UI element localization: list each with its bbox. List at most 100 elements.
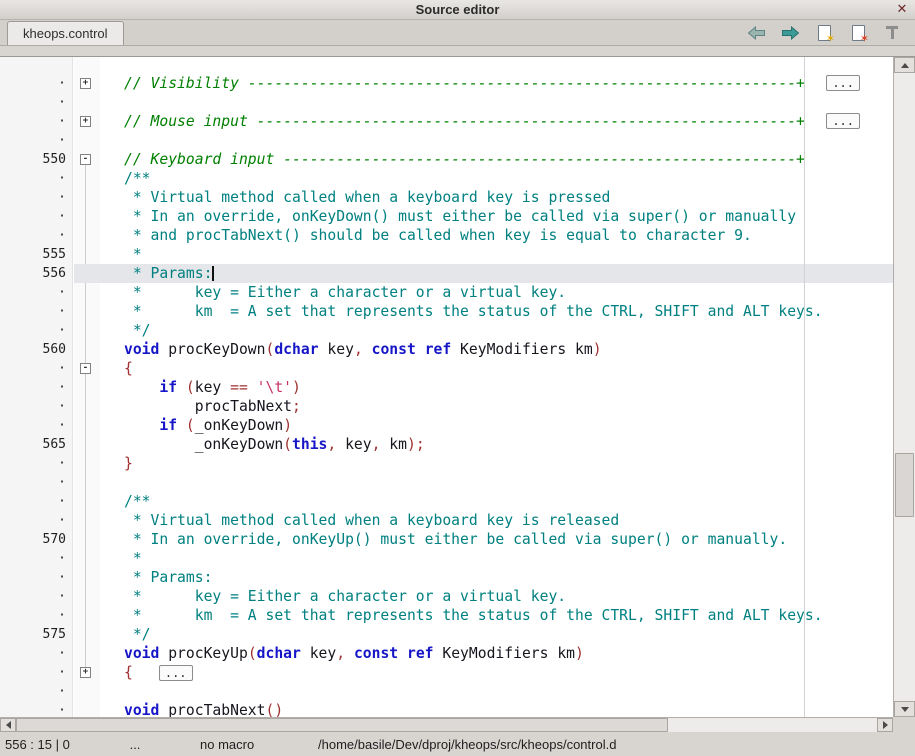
code-line[interactable]: ·} — [0, 454, 893, 473]
code-line[interactable]: · — [0, 473, 893, 492]
line-number[interactable]: · — [0, 473, 74, 492]
line-number[interactable]: 555 — [0, 245, 74, 264]
line-number[interactable]: · — [0, 207, 74, 226]
line-number[interactable]: · — [0, 568, 74, 587]
vertical-scrollbar[interactable] — [893, 57, 915, 717]
code-segment: * In an override, onKeyDown() must eithe… — [124, 208, 796, 225]
code-line[interactable]: · if (_onKeyDown) — [0, 416, 893, 435]
line-number[interactable]: · — [0, 112, 74, 131]
code-line[interactable]: ·void procTabNext() — [0, 701, 893, 717]
window-titlebar[interactable]: Source editor ✕ — [0, 0, 915, 20]
fold-toggle-icon[interactable]: + — [80, 78, 91, 89]
code-line[interactable]: ·void procKeyUp(dchar key, const ref Key… — [0, 644, 893, 663]
line-number[interactable]: · — [0, 587, 74, 606]
code-line[interactable]: · */ — [0, 321, 893, 340]
line-number[interactable]: 556 — [0, 264, 74, 283]
code-text: * km = A set that represents the status … — [100, 302, 893, 321]
fold-toggle-icon[interactable]: - — [80, 154, 91, 165]
line-number[interactable]: · — [0, 492, 74, 511]
line-number[interactable]: · — [0, 397, 74, 416]
scroll-right-button[interactable] — [877, 718, 893, 732]
line-number[interactable]: · — [0, 454, 74, 473]
fold-toggle-icon[interactable]: + — [80, 667, 91, 678]
code-line[interactable]: · * Params: — [0, 568, 893, 587]
fold-ellipsis-box[interactable]: ... — [826, 75, 860, 91]
code-line[interactable]: ·+// Visibility ------------------------… — [0, 74, 893, 93]
code-line[interactable]: 575 */ — [0, 625, 893, 644]
line-number[interactable]: · — [0, 226, 74, 245]
close-icon[interactable]: ✕ — [894, 2, 910, 18]
line-number[interactable]: · — [0, 188, 74, 207]
line-number[interactable]: · — [0, 644, 74, 663]
line-number[interactable]: · — [0, 663, 74, 682]
line-number[interactable]: · — [0, 283, 74, 302]
code-line[interactable]: · * and procTabNext() should be called w… — [0, 226, 893, 245]
document-mark-red-button[interactable]: ✶ — [848, 23, 869, 44]
code-line[interactable]: · * Virtual method called when a keyboar… — [0, 511, 893, 530]
code-line[interactable]: · * key = Either a character or a virtua… — [0, 283, 893, 302]
line-number[interactable]: 570 — [0, 530, 74, 549]
line-number[interactable]: 565 — [0, 435, 74, 454]
scroll-left-button[interactable] — [0, 718, 16, 732]
code-line[interactable]: ·-{ — [0, 359, 893, 378]
code-line[interactable]: · * Virtual method called when a keyboar… — [0, 188, 893, 207]
line-number[interactable]: · — [0, 682, 74, 701]
code-line[interactable]: · * km = A set that represents the statu… — [0, 302, 893, 321]
code-line[interactable]: 550-// Keyboard input ------------------… — [0, 150, 893, 169]
line-number[interactable]: · — [0, 378, 74, 397]
fold-ellipsis-box[interactable]: ... — [159, 665, 193, 681]
vertical-scrollbar-thumb[interactable] — [895, 453, 914, 517]
code-area[interactable]: ·+// Visibility ------------------------… — [0, 57, 893, 717]
code-line[interactable]: · * In an override, onKeyDown() must eit… — [0, 207, 893, 226]
code-line[interactable]: · — [0, 682, 893, 701]
line-number[interactable]: · — [0, 169, 74, 188]
line-number[interactable]: · — [0, 359, 74, 378]
document-mark-yellow-button[interactable]: ✶ — [814, 23, 835, 44]
line-number[interactable]: · — [0, 606, 74, 625]
code-line[interactable]: · procTabNext; — [0, 397, 893, 416]
scroll-down-button[interactable] — [894, 701, 915, 717]
fold-toggle-icon[interactable]: - — [80, 363, 91, 374]
line-number[interactable]: · — [0, 321, 74, 340]
line-number[interactable]: 560 — [0, 340, 74, 359]
code-line[interactable]: ·/** — [0, 492, 893, 511]
tab-bar: kheops.control ✶ ✶ — [0, 20, 915, 46]
line-number[interactable]: 575 — [0, 625, 74, 644]
code-segment — [416, 341, 425, 358]
horizontal-scrollbar[interactable] — [0, 717, 893, 732]
fold-toggle-icon[interactable]: + — [80, 116, 91, 127]
code-line[interactable]: · — [0, 93, 893, 112]
code-line[interactable]: · — [0, 131, 893, 150]
line-number[interactable]: 550 — [0, 150, 74, 169]
line-number[interactable]: · — [0, 511, 74, 530]
line-number[interactable]: · — [0, 416, 74, 435]
line-number[interactable]: · — [0, 74, 74, 93]
scroll-up-button[interactable] — [894, 57, 915, 73]
tab-kheops-control[interactable]: kheops.control — [7, 21, 124, 45]
code-segment: ; — [292, 398, 301, 415]
code-line[interactable]: · if (key == '\t') — [0, 378, 893, 397]
source-editor[interactable]: ·+// Visibility ------------------------… — [0, 57, 893, 717]
code-line[interactable]: · * — [0, 549, 893, 568]
code-line[interactable]: 565 _onKeyDown(this, key, km); — [0, 435, 893, 454]
line-number[interactable]: · — [0, 549, 74, 568]
line-number[interactable]: · — [0, 302, 74, 321]
code-line[interactable]: 570 * In an override, onKeyUp() must eit… — [0, 530, 893, 549]
code-line[interactable]: · * km = A set that represents the statu… — [0, 606, 893, 625]
code-line[interactable]: 560void procKeyDown(dchar key, const ref… — [0, 340, 893, 359]
pin-button[interactable] — [882, 23, 903, 44]
code-line[interactable]: 555 * — [0, 245, 893, 264]
go-back-button[interactable] — [746, 23, 767, 44]
line-number[interactable]: · — [0, 131, 74, 150]
line-number[interactable]: · — [0, 701, 74, 717]
line-number[interactable]: · — [0, 93, 74, 112]
fold-margin — [74, 606, 100, 625]
code-line[interactable]: ·/** — [0, 169, 893, 188]
go-forward-button[interactable] — [780, 23, 801, 44]
horizontal-scrollbar-thumb[interactable] — [16, 718, 668, 732]
code-line[interactable]: · * key = Either a character or a virtua… — [0, 587, 893, 606]
code-line[interactable]: ·+// Mouse input -----------------------… — [0, 112, 893, 131]
fold-ellipsis-box[interactable]: ... — [826, 113, 860, 129]
code-line[interactable]: ·+{... — [0, 663, 893, 682]
code-line[interactable]: 556 * Params: — [0, 264, 893, 283]
